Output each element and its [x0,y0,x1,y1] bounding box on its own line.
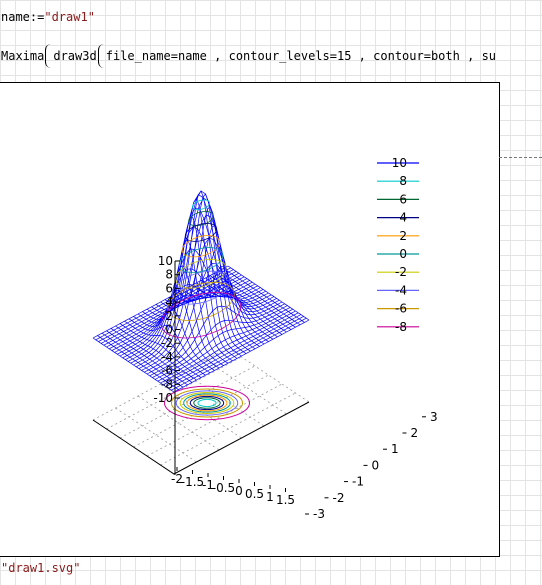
z-tick-label: 10 [158,254,173,268]
z-tick-label: 4 [165,295,173,309]
y-tick-label: -1 [352,475,364,489]
legend-label-7: -4 [395,283,407,297]
input-cell-name[interactable]: name:="draw1" [1,10,95,24]
surface-mesh-line [130,194,266,364]
floor-contour-1 [197,398,217,408]
var-name: name [1,10,30,24]
z-tick-label: -10 [153,391,173,405]
input-cell-draw[interactable]: Maxima draw3d file_name=name , contour_lev… [1,44,496,72]
surface-mesh-line [122,248,258,359]
floor-contour-8 [170,388,244,418]
y-tick-label: 0 [372,458,380,472]
legend-label-6: -2 [395,265,407,279]
x-tick-label: 0.5 [245,487,264,501]
x-tick-label: 0 [235,484,243,498]
equals-op: = [170,49,178,63]
y-tick-label: 2 [411,426,419,440]
legend-label-1: 8 [399,174,407,188]
z-tick-label: 8 [165,268,173,282]
surface-mesh-line [125,226,261,360]
option-contour-levels: contour_levels [228,49,330,63]
cell-divider [499,157,542,158]
equals-op-3: = [423,49,431,63]
equals-op-2: = [329,49,337,63]
legend-label-5: 0 [399,247,407,261]
z-tick-label: -2 [161,336,173,350]
open-paren-inner [97,44,105,68]
x-tick-label: 1 [266,490,274,504]
comma-2: , [358,49,366,63]
result-output: "draw1.svg" [1,561,81,575]
string-value: "draw1" [44,10,95,24]
z-tick-label: -6 [161,364,173,378]
plot-output: 10 8 6 4 2 0 -2 -4 -6 -8 -10 -2 -1.5 -1 -0.5 0 0.5 1 1.5 -3… [0,82,500,557]
z-tick-label: 6 [165,281,173,295]
comma-3: , [467,49,475,63]
function-name: Maxima [1,49,45,63]
comma-1: , [214,49,222,63]
arg-value: name [177,49,207,63]
legend-label-3: 4 [399,211,407,225]
z-tick-label: -4 [161,350,173,364]
option-contour-levels-value: 15 [336,49,352,63]
y-tick-label: 1 [391,442,399,456]
x-tick-label: -1.5 [181,475,204,489]
surface-plot: 1086420-2-4-6-8-10-2-1.5-1-0.5 0 0.5 1 1.5-3… [92,156,438,521]
legend-label-4: 2 [399,229,407,243]
legend-label-8: -6 [395,302,407,316]
floor-contour-3 [189,395,225,411]
option-contour: contour [373,49,424,63]
z-tick-label: 0 [165,323,173,337]
x-tick-label: -0.5 [212,481,235,495]
legend-label-2: 6 [399,192,407,206]
y-tick-label: 3 [430,410,438,424]
arg-name: file_name [105,49,171,63]
z-tick-label: -8 [161,377,173,391]
y-tick-label: -3 [313,507,325,521]
legend-label-0: 10 [392,156,407,170]
open-paren [45,44,52,68]
surface-mesh-line [214,272,296,328]
trailing-text: su [481,49,497,63]
x-tick-label: 1.5 [276,493,295,507]
legend-label-9: -8 [395,320,407,334]
assign-op: := [29,10,45,24]
call-name: draw3d [53,49,97,63]
option-contour-value: both [430,49,460,63]
z-tick-label: 2 [165,309,173,323]
y-tick-label: -2 [333,491,345,505]
floor-contour-7 [175,390,239,416]
